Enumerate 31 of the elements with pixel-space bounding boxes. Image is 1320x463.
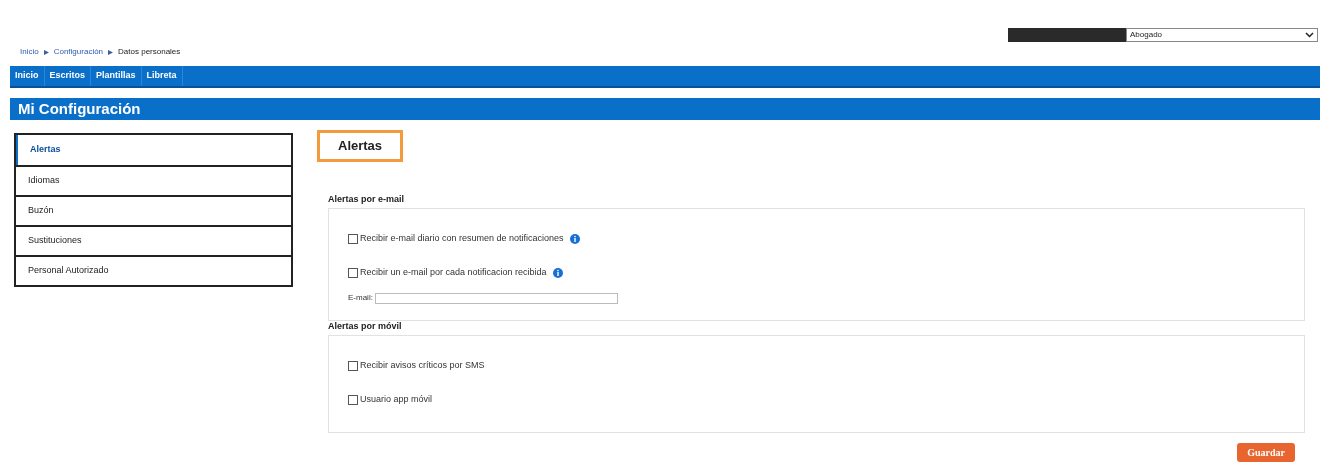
info-icon[interactable] [552, 267, 563, 278]
nav-link[interactable]: Inicio [10, 66, 45, 86]
sidebar-item[interactable]: Idiomas [16, 165, 291, 195]
checkbox-label: Recibir e-mail diario con resumen de notificaciones [360, 231, 564, 245]
checkbox-label: Usuario app móvil [360, 392, 433, 406]
section-heading: Alertas [317, 130, 404, 162]
page-title-bar: Mi Configuración [10, 98, 1320, 120]
checkbox[interactable] [348, 394, 358, 405]
nav-link[interactable]: Escritos [44, 66, 92, 86]
breadcrumb-link[interactable]: Configuración [53, 46, 104, 58]
group-title: Alertas por e-mail [328, 194, 406, 204]
nav-link[interactable]: Libreta [141, 66, 183, 86]
chevron-down-icon [1305, 32, 1314, 38]
breadcrumb-current: Datos personales [118, 46, 181, 58]
separator-icon [43, 49, 49, 55]
sidebar-item[interactable]: Personal Autorizado [16, 255, 291, 285]
checkbox[interactable] [348, 360, 358, 371]
group-title: Alertas por móvil [328, 321, 403, 331]
breadcrumb-link[interactable]: Inicio [20, 46, 39, 58]
role-dropdown[interactable]: Abogado [1126, 28, 1318, 42]
sidebar-item[interactable]: Buzón [16, 195, 291, 225]
checkbox[interactable] [348, 267, 358, 278]
separator-icon [108, 49, 114, 55]
field-label: E-mail: [348, 292, 373, 304]
sidebar-item[interactable]: Sustituciones [16, 225, 291, 255]
info-icon[interactable] [569, 233, 580, 244]
email-field[interactable] [374, 292, 618, 304]
checkbox-label: Recibir avisos críticos por SMS [360, 358, 485, 372]
nav-link[interactable]: Plantillas [91, 66, 142, 86]
checkbox[interactable] [348, 233, 358, 244]
checkbox-label: Recibir un e-mail por cada notificacion recibida [360, 265, 547, 279]
